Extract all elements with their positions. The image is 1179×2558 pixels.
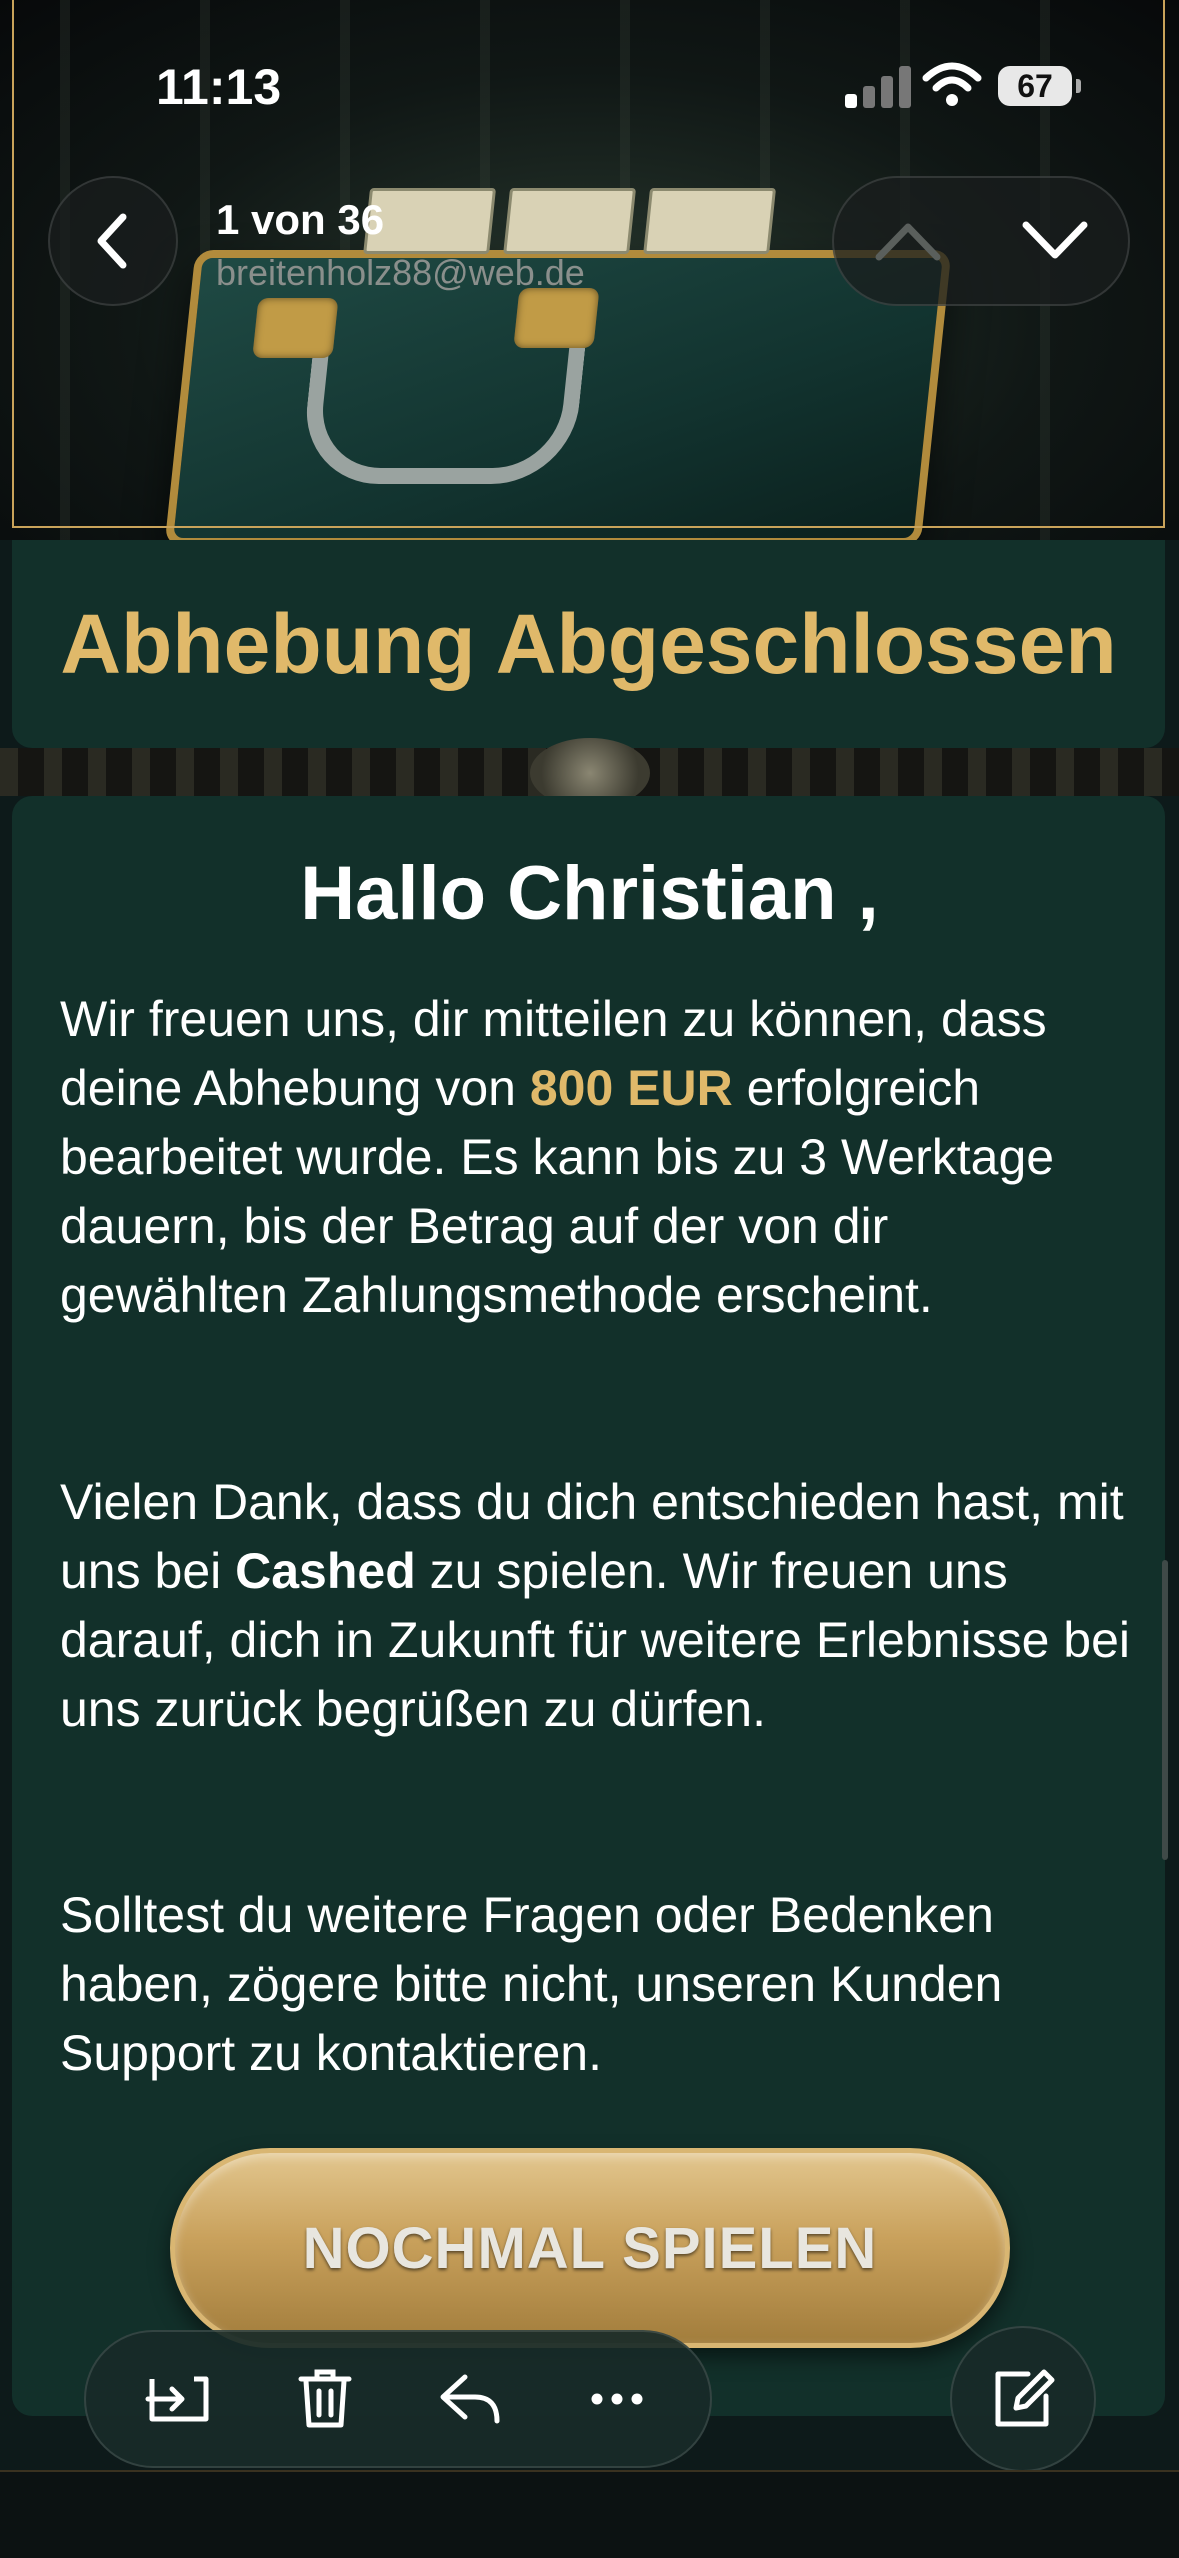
sender-address: breitenholz88@web.de (216, 252, 585, 293)
compose-icon (995, 2369, 1055, 2427)
email-title: Abhebung Abgeschlossen (60, 596, 1117, 691)
battery-icon: 67 (998, 66, 1081, 106)
paragraph-support: Solltest du weitere Fragen oder Bedenken… (60, 1887, 1003, 2081)
chevron-up-icon[interactable] (873, 219, 943, 263)
scroll-indicator[interactable] (1162, 1560, 1168, 1860)
cellular-signal-icon (845, 64, 915, 108)
chevron-down-icon[interactable] (1020, 219, 1090, 263)
mail-toolbar (84, 2330, 712, 2468)
status-time: 11:13 (156, 59, 282, 115)
bottom-strip (0, 2470, 1179, 2558)
move-to-folder-icon (145, 2376, 209, 2422)
trash-icon (298, 2369, 352, 2428)
reply-button[interactable] (431, 2359, 511, 2439)
brand-name: Cashed (235, 1543, 416, 1599)
message-navigation (832, 176, 1130, 306)
wifi-icon (922, 62, 982, 106)
status-bar: 11:13 67 (0, 0, 1179, 170)
compose-button[interactable] (950, 2326, 1096, 2472)
greeting: Hallo Christian , (300, 851, 879, 936)
decorative-strip (0, 738, 1179, 808)
paragraph-withdrawal: Wir freuen uns, dir mitteilen zu können,… (60, 985, 1130, 1330)
more-button[interactable] (577, 2359, 657, 2439)
chevron-left-icon (97, 213, 127, 269)
delete-button[interactable] (285, 2359, 365, 2439)
move-to-folder-button[interactable] (139, 2359, 219, 2439)
reply-icon (440, 2374, 500, 2424)
message-info: 1 von 36 breitenholz88@web.de (216, 196, 585, 294)
more-icon (591, 2393, 643, 2405)
title-card: Abhebung Abgeschlossen (12, 540, 1165, 748)
paragraph-thanks: Vielen Dank, dass du dich entschieden ha… (60, 1468, 1130, 1744)
back-button[interactable] (48, 176, 178, 306)
play-again-button[interactable]: NOCHMAL SPIELEN (170, 2148, 1010, 2348)
withdrawal-amount: 800 EUR (529, 1060, 733, 1116)
message-position: 1 von 36 (216, 196, 385, 243)
